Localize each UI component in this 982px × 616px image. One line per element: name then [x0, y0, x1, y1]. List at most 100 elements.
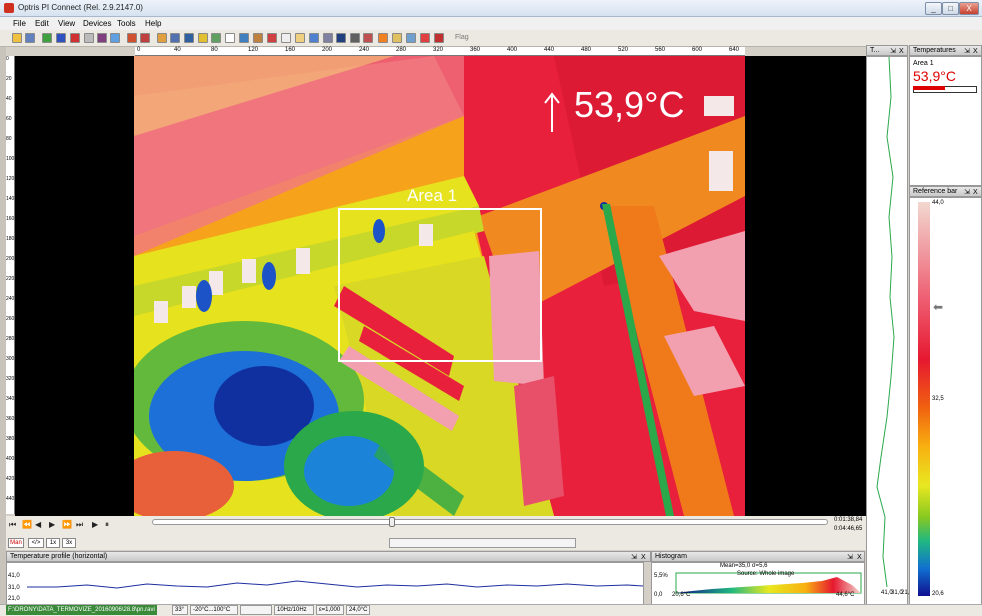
status-empty	[240, 605, 272, 615]
play-icon[interactable]	[42, 33, 52, 43]
status-emissivity[interactable]: ε=1,000	[316, 605, 344, 615]
alarm2-icon[interactable]	[434, 33, 444, 43]
ruler-left-tick: 380	[6, 436, 15, 442]
ruler-top-tick: 40	[174, 47, 181, 53]
histogram-icon[interactable]	[170, 33, 180, 43]
stop-icon[interactable]	[70, 33, 80, 43]
alarm-icon[interactable]	[420, 33, 430, 43]
ruler-top-tick: 320	[433, 47, 444, 53]
copy-icon[interactable]	[110, 33, 120, 43]
fast-forward-button[interactable]: ⏩	[62, 520, 72, 529]
temperature-profile-vertical	[866, 56, 908, 607]
measure-icon[interactable]	[267, 33, 277, 43]
settings-icon[interactable]	[406, 33, 416, 43]
step-forward-button[interactable]: ▶	[49, 520, 55, 529]
fit-icon[interactable]	[309, 33, 319, 43]
title-bar: Optris PI Connect (Rel. 2.9.2147.0) _ □ …	[0, 0, 982, 17]
color-icon[interactable]	[378, 33, 388, 43]
ruler-top-tick: 0	[137, 47, 141, 53]
snapshot-icon[interactable]	[97, 33, 107, 43]
horizontal-scrollbar[interactable]	[389, 538, 576, 548]
pin-icon[interactable]: ⇲	[631, 553, 637, 562]
close-button[interactable]: X	[959, 2, 979, 15]
seek-thumb[interactable]	[388, 517, 395, 527]
line-icon[interactable]	[239, 33, 249, 43]
temperatures-panel-title: Temperatures	[913, 47, 956, 54]
close-icon[interactable]: X	[857, 553, 862, 562]
ruler-left-tick: 160	[6, 216, 15, 222]
profile-icon[interactable]	[211, 33, 221, 43]
ruler-left-tick: 320	[6, 376, 15, 382]
ruler-left-tick: 180	[6, 236, 15, 242]
last-frame-button[interactable]: ⏭	[76, 520, 83, 530]
first-frame-button[interactable]: ⏮	[9, 520, 16, 530]
open-icon[interactable]	[12, 33, 22, 43]
profile-y-min: 21,0	[8, 596, 20, 602]
close-icon[interactable]: X	[641, 553, 646, 562]
save-icon[interactable]	[25, 33, 35, 43]
current-time: 0:01:38,84	[834, 517, 863, 523]
grid-icon[interactable]	[253, 33, 263, 43]
hand-icon[interactable]	[295, 33, 305, 43]
menu-file[interactable]: File	[13, 19, 26, 28]
ruler-top-tick: 160	[285, 47, 296, 53]
layout-icon[interactable]	[127, 33, 137, 43]
scale-max: 44,0	[932, 200, 944, 206]
palette-icon[interactable]	[140, 33, 150, 43]
area-temperature: 53,9°C	[913, 68, 956, 84]
color-scale-bar[interactable]	[918, 202, 930, 596]
histogram-x-min: 20,6°C	[672, 592, 691, 598]
minimize-button[interactable]: _	[925, 2, 942, 15]
axis-icon[interactable]	[225, 33, 235, 43]
ruler-left-tick: 280	[6, 336, 15, 342]
camera-icon[interactable]	[184, 33, 194, 43]
direction-button[interactable]: </>	[28, 538, 44, 548]
menu-view[interactable]: View	[58, 19, 75, 28]
step-back-button[interactable]: ◀	[35, 520, 41, 529]
close-icon[interactable]: X	[973, 47, 978, 56]
chart-icon[interactable]	[157, 33, 167, 43]
ruler-left-tick: 200	[6, 256, 15, 262]
star-icon[interactable]	[198, 33, 208, 43]
pin-icon[interactable]: ⇲	[890, 47, 896, 56]
status-range[interactable]: -20°C...100°C	[190, 605, 238, 615]
play-button[interactable]: ▶	[92, 520, 98, 529]
total-time: 0:04:46,65	[834, 526, 863, 532]
ruler-top-tick: 400	[507, 47, 518, 53]
rewind-button[interactable]: ⏪	[22, 520, 32, 529]
max-temperature-arrow-icon	[544, 92, 560, 132]
pin-icon[interactable]: ⇲	[847, 553, 853, 562]
close-icon[interactable]: X	[899, 47, 904, 56]
active-view-icon[interactable]	[336, 33, 346, 43]
speed-1x-button[interactable]: 1x	[46, 538, 60, 548]
pin-icon[interactable]: ⇲	[964, 47, 970, 56]
reference-panel-title: Reference bar	[913, 188, 958, 195]
seek-slider[interactable]	[152, 519, 828, 525]
histogram-source: Source: Whole image	[737, 571, 795, 577]
flag-label[interactable]: Flag	[455, 34, 469, 41]
maximize-button[interactable]: □	[942, 2, 959, 15]
split-icon[interactable]	[350, 33, 360, 43]
speed-3x-button[interactable]: 3x	[62, 538, 76, 548]
menu-devices[interactable]: Devices	[83, 19, 111, 28]
close-icon[interactable]: X	[973, 188, 978, 197]
tools-icon[interactable]	[363, 33, 373, 43]
record-icon[interactable]	[84, 33, 94, 43]
menu-help[interactable]: Help	[145, 19, 161, 28]
pause-icon[interactable]	[56, 33, 66, 43]
ruler-top-tick: 640	[729, 47, 740, 53]
scale-icon[interactable]	[392, 33, 402, 43]
menu-tools[interactable]: Tools	[117, 19, 136, 28]
manual-button[interactable]: Man	[8, 538, 24, 548]
ruler-left-tick: 20	[6, 76, 12, 82]
zoom-icon[interactable]	[323, 33, 333, 43]
ruler-left-tick: 440	[6, 496, 15, 502]
measure-area-box[interactable]	[338, 208, 542, 362]
pause-button[interactable]: ⏸	[105, 520, 109, 530]
menu-edit[interactable]: Edit	[35, 19, 49, 28]
pin-icon[interactable]: ⇲	[964, 188, 970, 197]
ruler-left-tick: 60	[6, 116, 12, 122]
ruler-horizontal: 0 40 80 120 160 200 240 280 320 360 400 440 480 520 56…	[135, 47, 745, 56]
rect-icon[interactable]	[281, 33, 291, 43]
histogram-panel-title: Histogram	[655, 553, 687, 560]
